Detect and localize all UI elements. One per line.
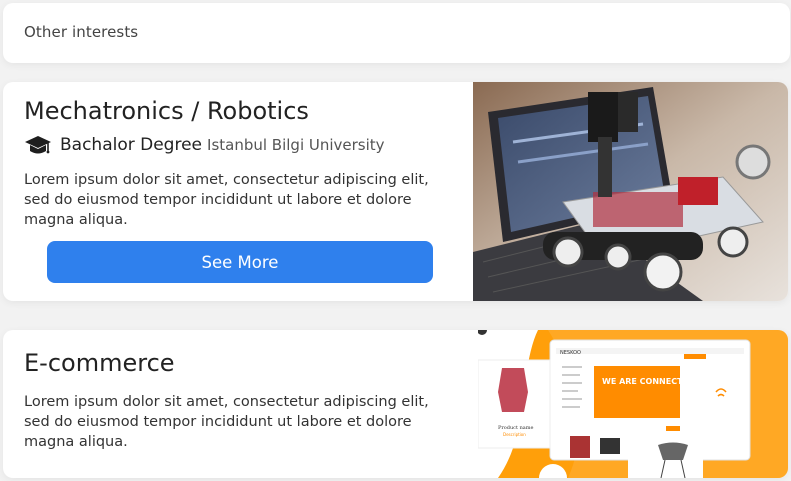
ecommerce-card: E-commerce Lorem ipsum dolor sit amet, c… [3,330,788,478]
see-more-button[interactable]: See More [47,241,433,283]
banner-text: WE ARE CONNECTED! [602,377,698,386]
brand-text: NESKOO [560,350,581,356]
robotics-card: Mechatronics / Robotics Bachalor Degree … [3,82,788,301]
product-desc-text: Description [503,432,526,437]
robotics-title: Mechatronics / Robotics [24,97,309,125]
other-interests-card[interactable]: Other interests [3,3,790,63]
robot-photo [473,82,788,301]
ecommerce-title: E-commerce [24,349,175,377]
ecommerce-illustration: NESKOO WE ARE CONNECTED! Product name De… [477,330,788,478]
degree-label: Bachalor Degree [60,135,203,155]
robotics-description: Lorem ipsum dolor sit amet, consectetur … [24,172,429,228]
product-name-text: Product name [498,425,534,431]
degree-row: Bachalor Degree Istanbul Bilgi Universit… [24,134,385,156]
other-interests-label: Other interests [24,23,139,41]
university-label: Istanbul Bilgi University [207,136,385,154]
ecommerce-description: Lorem ipsum dolor sit amet, consectetur … [24,394,429,450]
graduation-cap-icon [25,136,51,154]
